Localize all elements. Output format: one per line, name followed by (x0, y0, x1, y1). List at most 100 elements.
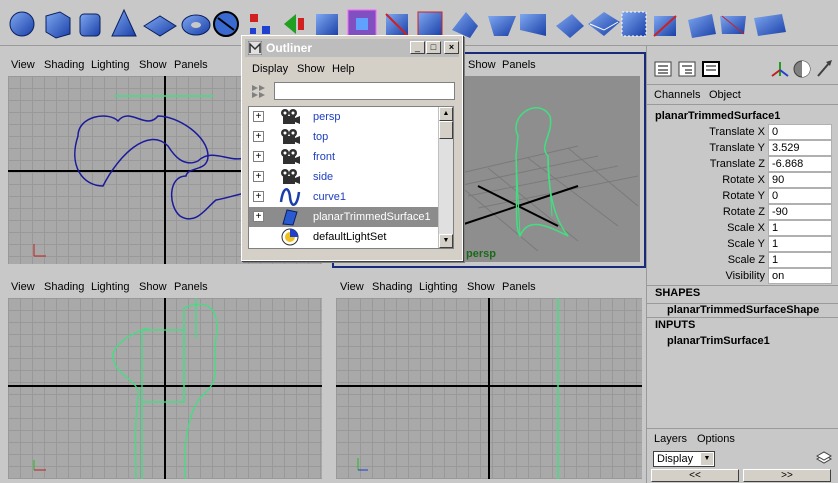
viewport-menu-show[interactable]: Show (467, 281, 495, 293)
channel-row[interactable]: Scale Y1 (647, 236, 838, 252)
cube-icon[interactable] (45, 11, 71, 39)
tab-layers[interactable]: Layers (654, 433, 687, 445)
expand-icon[interactable]: + (253, 111, 264, 122)
channel-row[interactable]: Visibility on (647, 268, 838, 284)
surface-tool-icon-b[interactable] (385, 13, 409, 37)
outliner-item[interactable]: + side (249, 167, 439, 187)
outliner-filter-input[interactable] (274, 82, 455, 100)
viewport-front[interactable]: View Shading Lighting Show Panels (4, 276, 326, 483)
outliner-menu-display[interactable]: Display (252, 63, 288, 75)
channel-row[interactable]: Rotate Z -90 (647, 204, 838, 220)
viewport-menu-lighting[interactable]: Lighting (419, 281, 458, 293)
channel-name[interactable]: Translate X (709, 126, 765, 138)
channel-value-field[interactable]: -6.868 (768, 156, 832, 172)
channel-row[interactable]: Translate X0 (647, 124, 838, 140)
minimize-button[interactable]: _ (410, 41, 425, 54)
viewport-menu-panels[interactable]: Panels (502, 59, 536, 71)
outline-view-icon[interactable] (678, 61, 696, 77)
channel-name[interactable]: Translate Y (709, 142, 765, 154)
sphere-icon[interactable] (9, 11, 35, 37)
channel-value-field[interactable]: on (768, 268, 832, 284)
scroll-up-button[interactable]: ▲ (439, 107, 453, 121)
viewport-side-canvas[interactable] (336, 298, 642, 479)
viewport-menu-shading[interactable]: Shading (44, 281, 84, 293)
surface-tool-icon-c[interactable] (417, 11, 443, 37)
channel-name[interactable]: Translate Z (710, 158, 765, 170)
tab-options[interactable]: Options (697, 433, 735, 445)
channel-row[interactable]: Translate Z -6.868 (647, 156, 838, 172)
tab-object[interactable]: Object (709, 89, 741, 101)
outliner-item[interactable]: + persp (249, 107, 439, 127)
channel-row[interactable]: Rotate X 90 (647, 172, 838, 188)
channel-name[interactable]: Scale Z (728, 254, 765, 266)
viewport-menu-show[interactable]: Show (139, 281, 167, 293)
channel-name[interactable]: Rotate Y (722, 190, 765, 202)
channel-name[interactable]: Rotate Z (723, 206, 765, 218)
viewport-menu-view[interactable]: View (11, 59, 35, 71)
outliner-scrollbar[interactable]: ▲ ▼ (438, 107, 453, 248)
outliner-item[interactable]: + curve1 (249, 187, 439, 207)
list-view-icon[interactable] (654, 61, 672, 77)
channel-name[interactable]: Rotate X (722, 174, 765, 186)
channel-row[interactable]: Rotate Y0 (647, 188, 838, 204)
channel-value-field[interactable]: 0 (768, 124, 832, 140)
surface-tool-icon-i[interactable] (621, 11, 647, 37)
align-curves-icon[interactable] (250, 14, 270, 34)
shape-node-name[interactable]: planarTrimmedSurfaceShape (667, 304, 819, 316)
expand-icon[interactable]: + (253, 191, 264, 202)
layer-next-button[interactable]: >> (743, 469, 831, 482)
surface-tool-icon-l[interactable] (720, 15, 746, 35)
viewport-menu-view[interactable]: View (11, 281, 35, 293)
layer-prev-button[interactable]: << (651, 469, 739, 482)
shading-sphere-icon[interactable] (793, 60, 811, 78)
viewport-menu-panels[interactable]: Panels (174, 59, 208, 71)
input-node-name[interactable]: planarTrimSurface1 (667, 335, 770, 347)
viewport-menu-show[interactable]: Show (139, 59, 167, 71)
maximize-button[interactable]: □ (426, 41, 441, 54)
close-button[interactable]: × (444, 41, 459, 54)
surface-box-icon[interactable] (347, 9, 377, 39)
surface-tool-icon-g[interactable] (556, 14, 584, 38)
scroll-thumb[interactable] (439, 121, 453, 139)
outliner-list[interactable]: + persp + top + front + side + curve1 + planarTrimm… (248, 106, 454, 249)
viewport-menu-panels[interactable]: Panels (502, 281, 536, 293)
channel-value-field[interactable]: 90 (768, 172, 832, 188)
channel-name[interactable]: Scale X (727, 222, 765, 234)
outliner-item[interactable]: + front (249, 147, 439, 167)
surface-tool-icon-f[interactable] (520, 14, 546, 36)
surface-tool-icon-k[interactable] (688, 14, 716, 38)
outliner-item[interactable]: + planarTrimmedSurface1 (249, 207, 439, 227)
viewport-menu-shading[interactable]: Shading (372, 281, 412, 293)
layer-icon[interactable] (815, 451, 833, 465)
viewport-menu-panels[interactable]: Panels (174, 281, 208, 293)
outliner-titlebar[interactable]: Outliner _ □ × (245, 39, 459, 57)
viewport-side[interactable]: View Shading Lighting Show Panels (332, 276, 646, 483)
layer-display-dropdown[interactable]: Display ▼ (653, 451, 715, 467)
channel-name[interactable]: Visibility (725, 270, 765, 282)
surface-tool-icon-h[interactable] (588, 12, 620, 36)
viewport-menu-show[interactable]: Show (468, 59, 496, 71)
channel-value-field[interactable]: 1 (768, 236, 832, 252)
channel-value-field[interactable]: 3.529 (768, 140, 832, 156)
expand-icon[interactable]: + (253, 171, 264, 182)
expand-icon[interactable]: + (253, 211, 264, 222)
channel-row[interactable]: Scale Z1 (647, 252, 838, 268)
channel-value-field[interactable]: 1 (768, 220, 832, 236)
outliner-menu-help[interactable]: Help (332, 63, 355, 75)
channel-value-field[interactable]: 0 (768, 188, 832, 204)
channel-name[interactable]: Scale Y (727, 238, 765, 250)
viewport-menu-lighting[interactable]: Lighting (91, 281, 130, 293)
viewport-menu-view[interactable]: View (340, 281, 364, 293)
channel-row[interactable]: Scale X1 (647, 220, 838, 236)
surface-tool-icon-m[interactable] (754, 14, 786, 36)
channel-value-field[interactable]: 1 (768, 252, 832, 268)
arrow-tool-icon[interactable] (817, 60, 832, 77)
scroll-down-button[interactable]: ▼ (439, 234, 453, 248)
surface-tool-icon-e[interactable] (488, 16, 516, 36)
channel-row[interactable]: Translate Y 3.529 (647, 140, 838, 156)
outliner-item[interactable]: + top (249, 127, 439, 147)
outliner-window[interactable]: Outliner _ □ × Display Show Help + persp +… (241, 35, 463, 261)
cylinder-icon[interactable] (79, 13, 101, 37)
plane-icon[interactable] (143, 15, 177, 37)
manipulator-icon[interactable] (771, 62, 789, 77)
